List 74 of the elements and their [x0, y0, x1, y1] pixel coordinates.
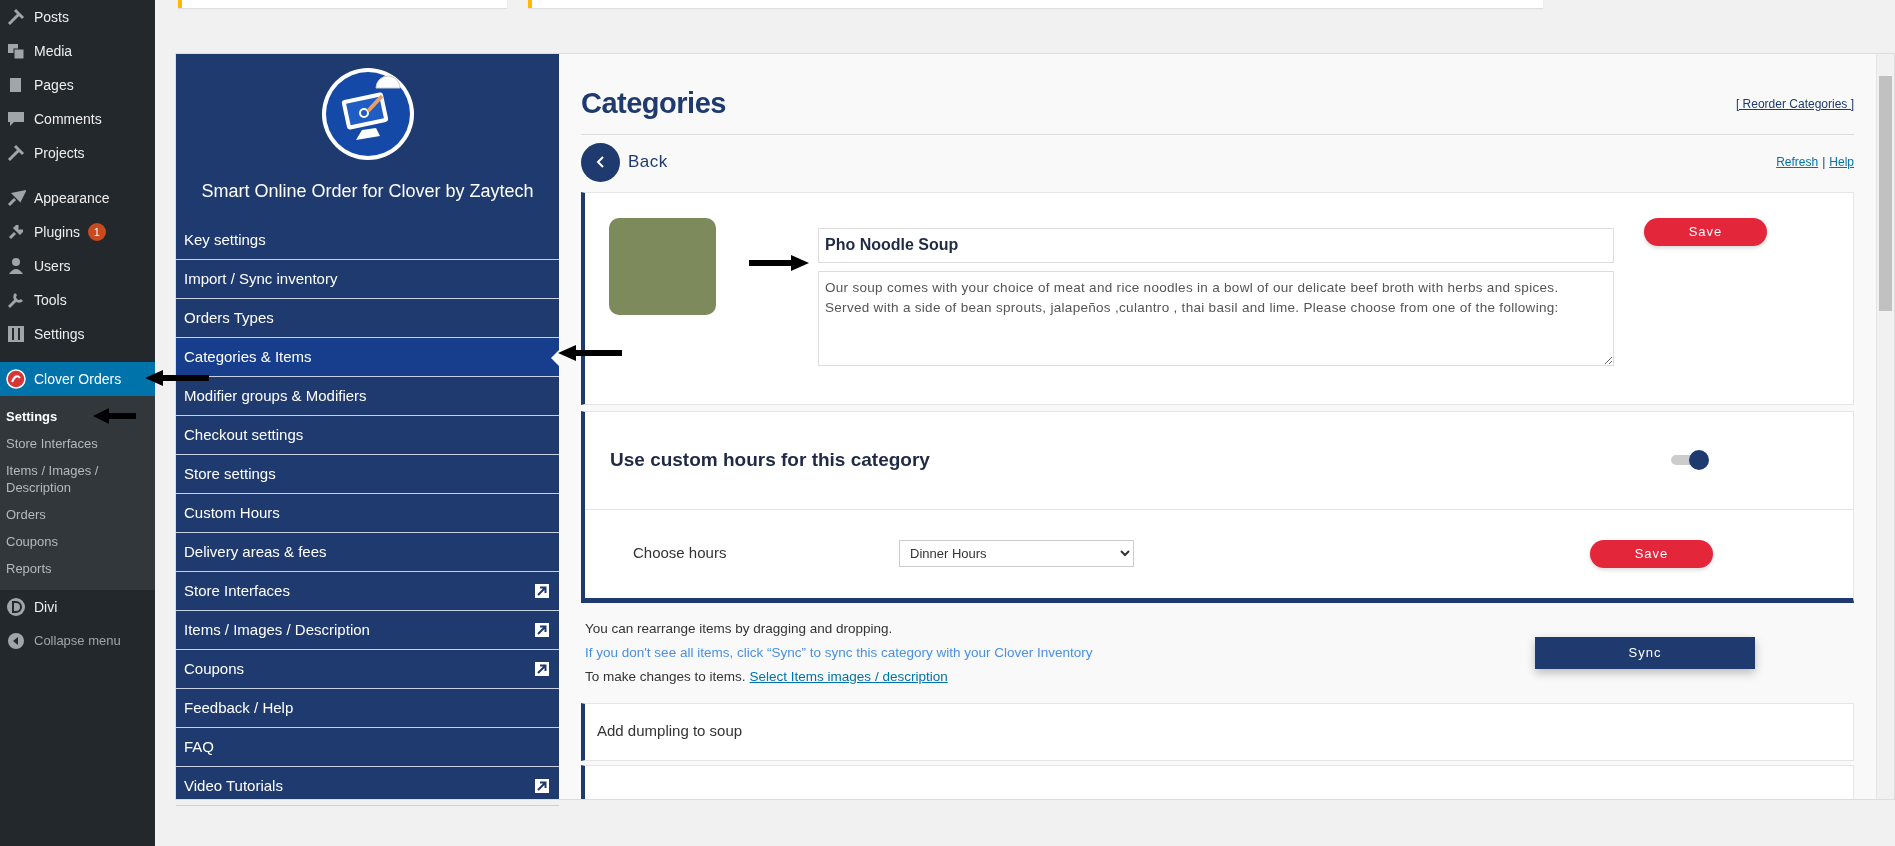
nav-item[interactable]: FAQ — [176, 728, 559, 767]
nav-item[interactable]: Items / Images / Description — [176, 611, 559, 650]
nav-item[interactable]: Store Interfaces — [176, 572, 559, 611]
submenu-item[interactable]: Coupons — [0, 528, 155, 555]
collapse-icon — [6, 631, 26, 651]
reorder-categories-link[interactable]: [ Reorder Categories ] — [1735, 94, 1854, 113]
page-title: Categories — [581, 86, 726, 121]
menu-icon — [6, 256, 26, 276]
scrollbar[interactable] — [1876, 54, 1894, 799]
nav-item[interactable]: Checkout settings — [176, 416, 559, 455]
collapse-menu-button[interactable]: Collapse menu — [0, 624, 155, 658]
select-items-link[interactable]: Select Items images / description — [749, 664, 948, 689]
menu-item[interactable]: Comments — [0, 102, 155, 136]
choose-hours-label: Choose hours — [632, 543, 728, 564]
submenu-item[interactable]: Settings — [0, 403, 155, 430]
arrow-icon — [558, 345, 622, 361]
item-row[interactable]: Add dumpling to soup — [581, 702, 1854, 761]
menu-item[interactable]: Users — [0, 249, 155, 283]
menu-icon — [6, 222, 26, 242]
nav-item[interactable]: Categories & Items — [176, 338, 559, 377]
info-text: You can rearrange items by dragging and dropping. — [585, 619, 894, 638]
link-separator: | — [1822, 154, 1826, 171]
custom-hours-label: Use custom hours for this category — [609, 447, 931, 472]
menu-item[interactable]: Settings — [0, 317, 155, 351]
menu-icon — [6, 109, 26, 129]
save-button[interactable]: Save — [1590, 539, 1713, 568]
nav-item[interactable]: Import / Sync inventory — [176, 260, 559, 299]
nav-item[interactable]: Delivery areas & fees — [176, 533, 559, 572]
submenu-item[interactable]: Store Interfaces — [0, 430, 155, 457]
menu-item[interactable]: Tools — [0, 283, 155, 317]
menu-icon — [6, 290, 26, 310]
nav-item[interactable]: Feedback / Help — [176, 689, 559, 728]
sync-button[interactable]: Sync — [1535, 636, 1755, 669]
arrow-icon — [93, 408, 136, 424]
nav-item[interactable]: Store settings — [176, 455, 559, 494]
menu-item[interactable]: Appearance — [0, 181, 155, 215]
menu-icon — [6, 324, 26, 344]
help-link[interactable]: Help — [1829, 153, 1854, 171]
menu-icon — [6, 188, 26, 208]
scrollbar-thumb[interactable] — [1879, 76, 1892, 311]
menu-item[interactable]: Plugins 1 — [0, 215, 155, 249]
nav-item[interactable]: Coupons — [176, 650, 559, 689]
nav-item[interactable]: Key settings — [176, 221, 559, 260]
submenu-item[interactable]: Reports — [0, 555, 155, 582]
arrow-icon — [145, 370, 209, 386]
menu-icon — [6, 7, 26, 27]
menu-item[interactable]: Pages — [0, 68, 155, 102]
description-field[interactable]: Our soup comes with your choice of meat and rice noodles in a bowl of our delicate beef broth with herbs and spices. Served with a side of bean sprouts, jalapeños ,culantro , thai basil and lime. Please choose from one of the following: — [818, 270, 1614, 366]
clover-logo-icon — [6, 369, 26, 389]
back-label: Back — [628, 151, 668, 174]
category-name-field[interactable]: Pho Noodle Soup — [818, 227, 1614, 263]
letter-d-icon — [6, 597, 26, 617]
menu-item[interactable]: Projects — [0, 136, 155, 170]
menu-icon — [6, 143, 26, 163]
app-title: Smart Online Order for Clover by Zaytech — [200, 180, 535, 203]
hint-text: If you don't see all items, click “Sync” to sync this category with your Clover Inventory — [585, 643, 1094, 662]
count-badge: 1 — [87, 223, 106, 241]
nav-item[interactable]: Custom Hours — [176, 494, 559, 533]
logo-icon — [319, 66, 416, 162]
menu-item[interactable]: Media — [0, 34, 155, 68]
submenu-item[interactable]: Items / Images / Description — [0, 457, 110, 501]
menu-item[interactable]: Posts — [0, 0, 155, 34]
menu-item[interactable]: Divi — [0, 590, 155, 624]
arrow-icon — [749, 255, 809, 271]
nav-item[interactable]: Video Tutorials — [176, 767, 559, 806]
info-text: To make changes to items. — [585, 667, 746, 686]
hours-dropdown[interactable]: Dinner Hours — [899, 540, 1134, 567]
menu-icon — [6, 41, 26, 61]
menu-item[interactable]: Clover Orders — [0, 362, 155, 396]
custom-hours-toggle[interactable] — [1671, 450, 1709, 470]
save-button[interactable]: Save — [1644, 217, 1767, 246]
refresh-link[interactable]: Refresh — [1776, 153, 1819, 171]
submenu-item[interactable]: Orders — [0, 501, 155, 528]
back-button[interactable] — [581, 142, 620, 182]
